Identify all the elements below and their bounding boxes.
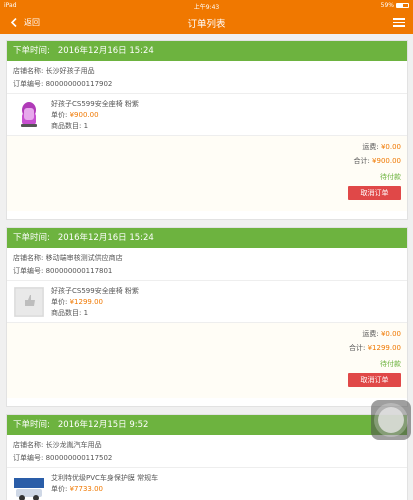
order-meta: 店铺名称: 长沙好孩子用品 订单编号: 800000000117902: [7, 61, 407, 94]
status-badge: 待付款: [380, 173, 401, 181]
menu-icon: [393, 18, 405, 20]
product-name: 好孩子CS599安全座椅 粉紫: [51, 100, 139, 108]
car-seat-image: [14, 100, 44, 130]
order-card: 下单时间: 2016年12月16日 15:24 店铺名称: 移动端审核测试供应商店…: [6, 227, 408, 407]
nav-bar: 返回 订单列表: [0, 11, 413, 34]
order-number: 订单编号: 800000000117801: [13, 267, 113, 275]
image-placeholder-icon: [14, 287, 44, 317]
order-item[interactable]: 艾利特优级PVC车身保护膜 常规车 单价: ¥7733.00: [7, 468, 407, 500]
cancel-order-button[interactable]: 取消订单: [348, 186, 401, 200]
order-list[interactable]: 下单时间: 2016年12月16日 15:24 店铺名称: 长沙好孩子用品 订单编…: [0, 34, 413, 500]
order-meta: 店铺名称: 移动端审核测试供应商店 订单编号: 800000000117801: [7, 248, 407, 281]
battery-icon: [396, 3, 409, 8]
unit-price: ¥7733.00: [69, 485, 103, 493]
order-card: 下单时间: 2016年12月16日 15:24 店铺名称: 长沙好孩子用品 订单编…: [6, 40, 408, 220]
order-header: 下单时间: 2016年12月15日 9:52: [7, 415, 407, 435]
order-time-label: 下单时间:: [13, 233, 50, 243]
order-meta: 店铺名称: 长沙龙胤汽车用品 订单编号: 800000000117502: [7, 435, 407, 468]
store-name: 店铺名称: 移动端审核测试供应商店: [13, 254, 123, 262]
order-header: 下单时间: 2016年12月16日 15:24: [7, 228, 407, 248]
unit-price: ¥900.00: [69, 111, 99, 119]
clock: 上午9:43: [193, 4, 220, 11]
order-summary: 运费: ¥0.00 合计: ¥900.00 待付款 取消订单: [7, 136, 407, 211]
product-name: 好孩子CS599安全座椅 粉紫: [51, 287, 139, 295]
shipping-fee: ¥0.00: [380, 143, 401, 151]
page-title: 订单列表: [187, 19, 226, 30]
item-quantity: 商品数目: 1: [51, 122, 89, 130]
price-label: 单价:: [51, 485, 70, 493]
assistive-touch-icon: [378, 407, 404, 433]
price-label: 单价:: [51, 111, 70, 119]
order-header: 下单时间: 2016年12月16日 15:24: [7, 41, 407, 61]
shipping-fee: ¥0.00: [380, 330, 401, 338]
order-total: ¥1299.00: [367, 344, 401, 352]
order-time: 2016年12月16日 15:24: [57, 233, 154, 243]
order-time-label: 下单时间:: [13, 46, 50, 56]
store-name: 店铺名称: 长沙龙胤汽车用品: [13, 441, 102, 449]
shipping-label: 运费:: [362, 143, 381, 151]
car-film-image: [14, 474, 44, 500]
order-time: 2016年12月16日 15:24: [57, 46, 154, 56]
product-name: 艾利特优级PVC车身保护膜 常规车: [51, 474, 159, 482]
order-item[interactable]: 好孩子CS599安全座椅 粉紫 单价: ¥1299.00 商品数目: 1: [7, 281, 407, 323]
store-name: 店铺名称: 长沙好孩子用品: [13, 67, 95, 75]
order-summary: 运费: ¥0.00 合计: ¥1299.00 待付款 取消订单: [7, 323, 407, 398]
order-total: ¥900.00: [372, 157, 401, 165]
order-time-label: 下单时间:: [13, 420, 50, 430]
order-item[interactable]: 好孩子CS599安全座椅 粉紫 单价: ¥900.00 商品数目: 1: [7, 94, 407, 136]
order-number: 订单编号: 800000000117502: [13, 454, 113, 462]
item-quantity: 商品数目: 1: [51, 309, 89, 317]
order-number: 订单编号: 800000000117902: [13, 80, 113, 88]
cancel-order-button[interactable]: 取消订单: [348, 373, 401, 387]
order-time: 2016年12月15日 9:52: [57, 420, 149, 430]
total-label: 合计:: [353, 157, 373, 165]
menu-button[interactable]: [393, 16, 405, 28]
status-bar: iPad 上午9:43 59%: [0, 0, 413, 11]
unit-price: ¥1299.00: [69, 298, 103, 306]
shipping-label: 运费:: [362, 330, 381, 338]
status-badge: 待付款: [380, 360, 401, 368]
battery-percent: 59%: [380, 2, 394, 9]
price-label: 单价:: [51, 298, 70, 306]
battery-indicator: 59%: [381, 2, 409, 9]
order-card: 下单时间: 2016年12月15日 9:52 店铺名称: 长沙龙胤汽车用品 订单编…: [6, 414, 408, 500]
total-label: 合计:: [349, 344, 368, 352]
assistive-touch-button[interactable]: [371, 400, 411, 440]
